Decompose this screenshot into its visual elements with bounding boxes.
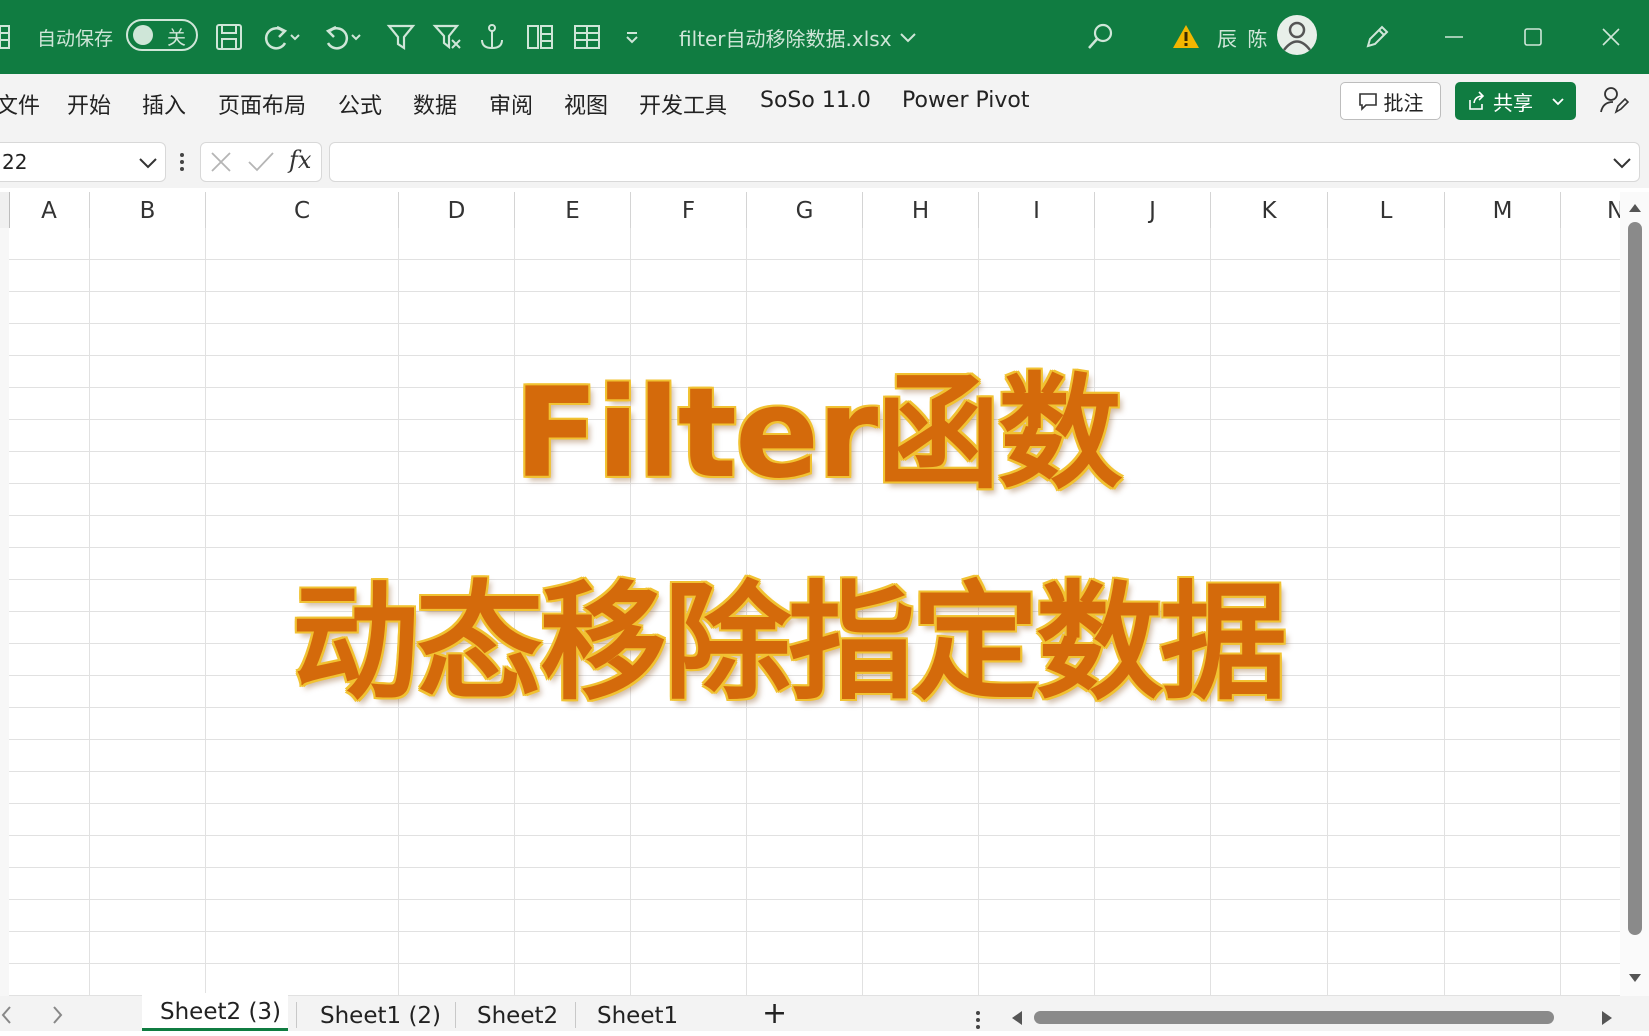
chevron-down-icon <box>899 33 916 43</box>
column-header-b[interactable]: B <box>90 192 206 228</box>
scroll-down-icon[interactable] <box>1628 972 1642 984</box>
tab-data[interactable]: 数据 <box>413 88 457 120</box>
autosave-toggle-state: 关 <box>166 27 186 49</box>
prev-sheet-icon[interactable] <box>0 1004 14 1030</box>
user-name[interactable]: 辰 陈 <box>1217 0 1269 74</box>
column-header-i[interactable]: I <box>979 192 1095 228</box>
column-header-g[interactable]: G <box>747 192 863 228</box>
tab-file[interactable]: 文件 <box>0 88 40 120</box>
name-box[interactable]: 22 <box>0 142 166 182</box>
tab-separator <box>575 1002 576 1028</box>
column-header-e[interactable]: E <box>515 192 631 228</box>
column-header-d[interactable]: D <box>399 192 515 228</box>
column-header-h[interactable]: H <box>863 192 979 228</box>
more-options-icon[interactable] <box>974 1009 982 1035</box>
enter-check-icon[interactable] <box>247 150 275 174</box>
tab-review[interactable]: 审阅 <box>489 88 533 120</box>
gridline <box>1327 228 1328 996</box>
more-options-icon[interactable] <box>178 151 186 177</box>
coauthor-icon[interactable] <box>1598 84 1630 120</box>
tab-view[interactable]: 视图 <box>564 88 608 120</box>
gridline <box>1444 228 1445 996</box>
tab-page-layout[interactable]: 页面布局 <box>218 88 306 120</box>
sheet-tab[interactable]: Sheet1 <box>579 996 696 1031</box>
tab-power-pivot[interactable]: Power Pivot <box>902 88 1030 113</box>
overlay-title: Filter函数 <box>514 362 1122 506</box>
column-headers: A B C D E F G H I J K L M N <box>0 192 1620 229</box>
warning-icon[interactable] <box>1172 0 1200 74</box>
title-bar: 自动保存 关 filter自动移除数据.xlsx 辰 陈 <box>0 0 1649 74</box>
vertical-scroll-thumb[interactable] <box>1628 222 1642 935</box>
redo-icon[interactable] <box>261 0 301 74</box>
avatar[interactable] <box>1277 15 1317 55</box>
column-header-m[interactable]: M <box>1445 192 1561 228</box>
tab-developer[interactable]: 开发工具 <box>639 88 727 120</box>
pen-icon[interactable] <box>1362 0 1392 74</box>
chevron-down-icon <box>1552 98 1564 106</box>
tab-formulas[interactable]: 公式 <box>338 88 382 120</box>
autosave-label: 自动保存 <box>37 27 114 50</box>
freeze-icon[interactable] <box>525 0 555 74</box>
tab-soso[interactable]: SoSo 11.0 <box>760 88 871 113</box>
tab-separator <box>455 1002 456 1028</box>
share-label: 共享 <box>1493 90 1533 115</box>
tab-home[interactable]: 开始 <box>67 88 111 120</box>
sheet-tab[interactable]: Sheet1 (2) <box>302 996 459 1031</box>
anchor-icon[interactable] <box>478 0 506 74</box>
share-icon <box>1469 91 1485 110</box>
column-header-n[interactable]: N <box>1561 192 1620 228</box>
app-menu-icon[interactable] <box>0 0 12 74</box>
column-header-l[interactable]: L <box>1328 192 1445 228</box>
clear-filter-icon[interactable] <box>432 0 462 74</box>
formula-buttons: fx <box>200 142 322 182</box>
undo-icon[interactable] <box>322 0 362 74</box>
tab-separator <box>296 1002 297 1028</box>
gridline <box>1560 228 1561 996</box>
toggle-knob <box>133 25 153 45</box>
next-sheet-icon[interactable] <box>50 1004 64 1030</box>
filter-icon[interactable] <box>386 0 416 74</box>
filename-text: filter自动移除数据.xlsx <box>679 26 892 51</box>
column-header-k[interactable]: K <box>1211 192 1328 228</box>
comments-button[interactable]: 批注 <box>1340 82 1441 120</box>
autosave-toggle[interactable]: 关 <box>126 19 198 51</box>
comments-label: 批注 <box>1383 90 1424 115</box>
comment-icon <box>1358 93 1377 111</box>
gridline <box>205 228 206 996</box>
share-button[interactable]: 共享 <box>1455 82 1576 120</box>
insert-function-button[interactable]: fx <box>289 146 311 174</box>
maximize-icon[interactable] <box>1522 0 1544 74</box>
scroll-up-icon[interactable] <box>1628 202 1642 214</box>
cancel-icon[interactable] <box>209 150 233 174</box>
formula-input[interactable] <box>329 142 1640 182</box>
close-icon[interactable] <box>1600 0 1622 74</box>
customize-icon[interactable] <box>624 0 640 74</box>
column-header-f[interactable]: F <box>631 192 747 228</box>
expand-formula-icon[interactable] <box>1611 152 1633 174</box>
scroll-left-icon[interactable] <box>1010 1010 1024 1030</box>
column-header-c[interactable]: C <box>206 192 399 228</box>
name-box-value: 22 <box>2 150 28 174</box>
add-sheet-button[interactable]: + <box>744 996 805 1031</box>
minimize-icon[interactable] <box>1443 0 1465 74</box>
gridline <box>89 228 90 996</box>
column-header-j[interactable]: J <box>1095 192 1211 228</box>
overlay-subtitle: 动态移除指定数据 <box>292 569 1287 717</box>
search-icon[interactable] <box>1086 0 1116 74</box>
chevron-down-icon[interactable] <box>137 152 159 174</box>
sheet-tab[interactable]: Sheet2 <box>459 996 576 1031</box>
filename[interactable]: filter自动移除数据.xlsx <box>679 0 918 74</box>
horizontal-scroll-thumb[interactable] <box>1034 1011 1554 1024</box>
column-header-a[interactable]: A <box>9 192 90 228</box>
scroll-right-icon[interactable] <box>1600 1010 1614 1030</box>
tab-insert[interactable]: 插入 <box>142 88 186 120</box>
sheet-tab-active[interactable]: Sheet2 (3) <box>142 993 288 1031</box>
save-icon[interactable] <box>214 0 244 74</box>
layout-icon[interactable] <box>572 0 602 74</box>
